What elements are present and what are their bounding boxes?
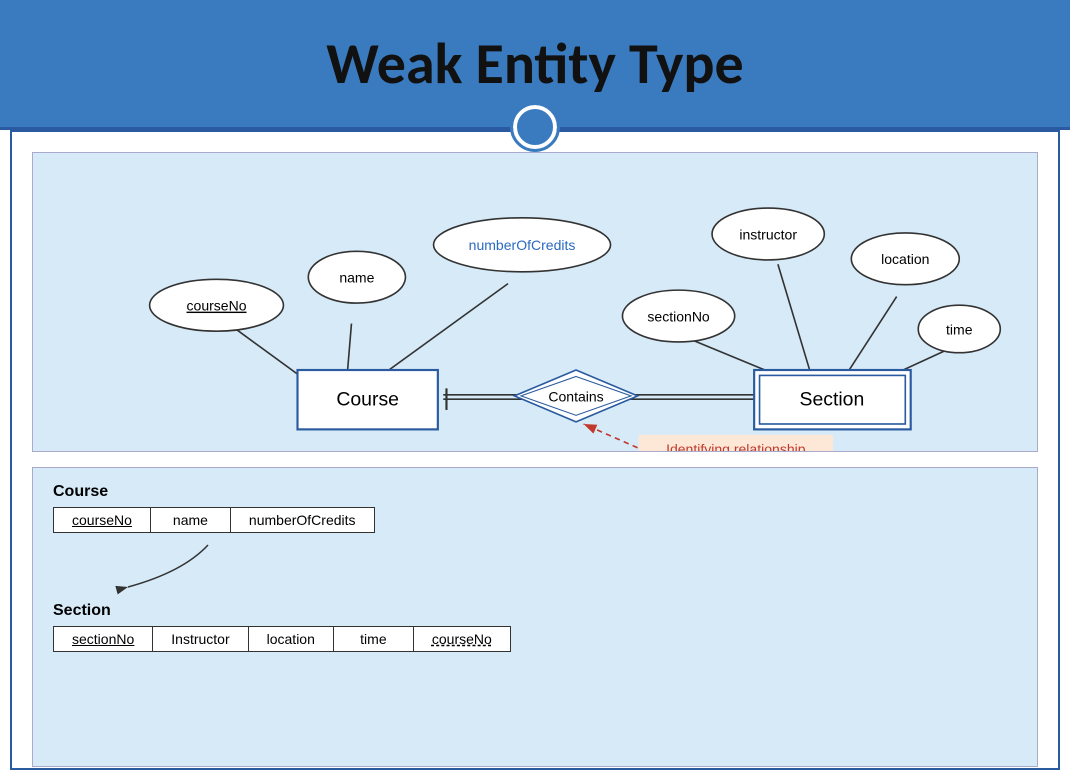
er-diagram-svg: Course Section Contains courseNo name nu… bbox=[33, 153, 1037, 451]
svg-text:numberOfCredits: numberOfCredits bbox=[469, 237, 576, 253]
svg-text:Identifying relationship: Identifying relationship bbox=[666, 441, 806, 451]
svg-text:Contains: Contains bbox=[548, 388, 603, 404]
svg-text:name: name bbox=[339, 270, 374, 286]
svg-text:Section: Section bbox=[799, 389, 864, 411]
course-table: courseNo name numberOfCredits bbox=[53, 507, 375, 533]
connector-circle bbox=[513, 105, 557, 149]
tables-section: Course courseNo name numberOfCredits Sec… bbox=[32, 467, 1038, 767]
course-col-numberOfCredits: numberOfCredits bbox=[230, 508, 374, 533]
svg-text:instructor: instructor bbox=[739, 226, 797, 242]
section-col-instructor: Instructor bbox=[153, 627, 248, 652]
main-content: Course Section Contains courseNo name nu… bbox=[10, 130, 1060, 770]
er-diagram-section: Course Section Contains courseNo name nu… bbox=[32, 152, 1038, 452]
section-table-label: Section bbox=[53, 602, 1017, 620]
svg-text:Course: Course bbox=[336, 389, 399, 411]
course-table-label: Course bbox=[53, 483, 1017, 501]
section-col-time: time bbox=[333, 627, 413, 652]
section-col-courseNo: courseNo bbox=[413, 627, 510, 652]
section-col-sectionNo: sectionNo bbox=[54, 627, 153, 652]
page-header: Weak Entity Type bbox=[0, 0, 1070, 130]
svg-text:courseNo: courseNo bbox=[187, 298, 247, 314]
section-table-wrap: Section sectionNo Instructor location ti… bbox=[53, 602, 1017, 652]
svg-text:location: location bbox=[881, 251, 929, 267]
svg-text:time: time bbox=[946, 321, 973, 337]
fk-arrow-svg bbox=[53, 537, 473, 597]
page-title: Weak Entity Type bbox=[326, 28, 744, 99]
section-table: sectionNo Instructor location time cours… bbox=[53, 626, 511, 652]
course-col-name: name bbox=[150, 508, 230, 533]
course-col-courseNo: courseNo bbox=[54, 508, 151, 533]
section-col-location: location bbox=[248, 627, 333, 652]
svg-text:sectionNo: sectionNo bbox=[647, 308, 710, 324]
course-table-wrap: Course courseNo name numberOfCredits bbox=[53, 483, 1017, 533]
